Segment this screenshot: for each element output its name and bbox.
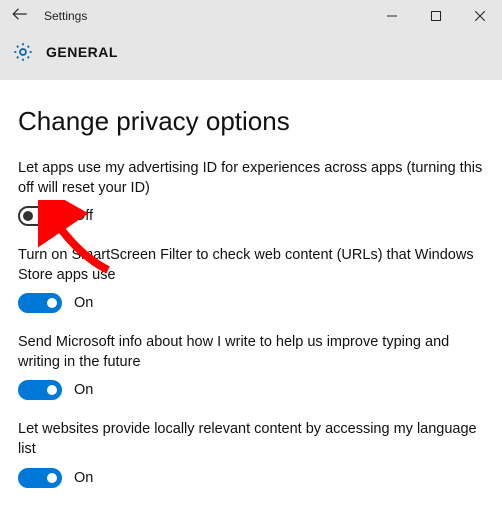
page-title: Change privacy options [18,106,484,137]
close-button[interactable] [458,0,502,32]
option-description: Let websites provide locally relevant co… [18,420,484,459]
minimize-button[interactable] [370,0,414,32]
window-title: Settings [44,9,87,23]
option-description: Let apps use my advertising ID for exper… [18,159,484,198]
window-controls [370,0,502,32]
toggle-state-label: Off [74,208,93,224]
option-typing-info: Send Microsoft info about how I write to… [18,333,484,400]
content-area: Change privacy options Let apps use my a… [0,80,502,518]
toggle-state-label: On [74,295,93,311]
title-bar: Settings [0,0,502,32]
gear-icon [12,41,34,63]
maximize-button[interactable] [414,0,458,32]
option-description: Turn on SmartScreen Filter to check web … [18,246,484,285]
option-advertising-id: Let apps use my advertising ID for exper… [18,159,484,226]
section-title: GENERAL [46,44,118,60]
option-description: Send Microsoft info about how I write to… [18,333,484,372]
section-header: GENERAL [0,32,502,80]
option-smartscreen: Turn on SmartScreen Filter to check web … [18,246,484,313]
toggle-language-list[interactable] [18,468,62,488]
option-language-list: Let websites provide locally relevant co… [18,420,484,487]
toggle-typing-info[interactable] [18,380,62,400]
toggle-smartscreen[interactable] [18,293,62,313]
toggle-state-label: On [74,382,93,398]
toggle-advertising-id[interactable] [18,206,62,226]
back-button[interactable] [0,5,40,28]
toggle-state-label: On [74,470,93,486]
